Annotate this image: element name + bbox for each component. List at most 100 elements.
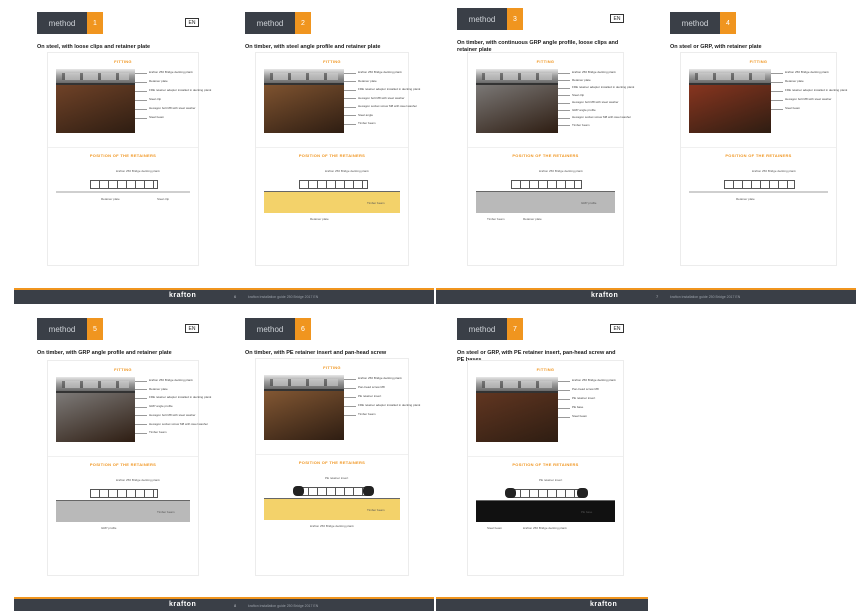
method-badge-number: 1: [87, 12, 103, 34]
section-heading-position: POSITION OF THE RETAINERS: [725, 153, 792, 158]
decking-plank-profile: [56, 69, 135, 85]
page-title: On timber, with PE retainer insert and p…: [245, 350, 387, 356]
section-heading-fitting: FITTING: [536, 367, 555, 372]
position-label: PE base: [581, 510, 593, 514]
pe-retainer-insert: [505, 488, 516, 498]
installation-photo: [56, 377, 135, 442]
callout-label: Steel beam: [557, 414, 588, 418]
position-label: PE retainer insert: [539, 478, 563, 482]
manual-page-method-5: method 5 EN On timber, with GRP angle profi…: [37, 318, 211, 580]
section-heading-position: POSITION OF THE RETAINERS: [512, 153, 579, 158]
callout-label: krafton 250 Bridge decking plank: [135, 70, 193, 74]
callout-label: krafton 250 Bridge decking plank: [771, 70, 829, 74]
position-label: krafton 250 Bridge decking plank: [310, 524, 354, 528]
method-badge: method 6: [245, 318, 311, 340]
footer-document-title: krafton installation guide 250 Bridge 20…: [248, 295, 319, 299]
footer-accent-line: [14, 288, 434, 290]
callout-label: Steel beam: [770, 106, 801, 110]
callout-label: Retainer plate: [135, 386, 168, 391]
callout-label: krafton 250 Bridge decking plank: [344, 70, 402, 74]
fitting-panel: FITTING krafton 250 Bridge decking plank R…: [47, 360, 211, 576]
position-label: Retainer plate: [310, 217, 329, 221]
section-divider: [681, 147, 836, 148]
page-title: On steel or GRP, with retainer plate: [670, 44, 762, 50]
footer-accent-line: [436, 597, 648, 599]
position-label: Timber beam: [367, 201, 385, 205]
language-flag-icon: EN: [610, 14, 624, 23]
section-heading-fitting: FITTING: [536, 59, 555, 64]
method-badge-label: method: [670, 12, 720, 34]
fitting-panel: FITTING krafton 250 Bridge decking plank R…: [467, 52, 634, 266]
section-divider: [48, 147, 198, 148]
position-label: Timber beam: [487, 217, 505, 221]
manual-page-method-1: method 1 EN On steel, with loose clips and …: [37, 12, 211, 270]
callout-label: GRP angle profile: [558, 107, 596, 112]
pe-retainer-insert: [577, 488, 588, 498]
installation-photo: [56, 69, 135, 133]
method-badge-number: 4: [720, 12, 736, 34]
installation-photo: [264, 375, 344, 440]
position-label: krafton 250 Bridge decking plank: [539, 169, 583, 173]
section-divider: [256, 454, 408, 455]
page-title: On timber, with GRP angle profile and re…: [37, 350, 172, 356]
language-flag-icon: EN: [185, 324, 199, 333]
installation-photo: [476, 69, 558, 133]
footer-brand-logo: krafton: [169, 601, 197, 608]
callout-label: Steel clip: [134, 97, 162, 101]
callout-label: Timber beam: [344, 412, 376, 416]
decking-plank-profile: [264, 375, 344, 391]
method-badge-label: method: [37, 12, 87, 34]
decking-plank-profile: [476, 69, 558, 85]
callout-label: FRE retainer adaptor installed in deckin…: [557, 85, 635, 89]
callout-label: Hexagon bolt M8 with steel washer: [344, 95, 405, 100]
section-divider: [468, 456, 623, 457]
section-heading-position: POSITION OF THE RETAINERS: [512, 462, 579, 467]
manual-page-method-6: method 6 On timber, with PE retainer inser…: [245, 318, 420, 580]
callout-label: Hexagon socket screw M8 with steel washe…: [557, 115, 632, 119]
callout-label: Steel clip: [557, 92, 585, 97]
beam-section-drawing: [476, 500, 615, 522]
callout-label: krafton 250 Bridge decking plank: [344, 376, 402, 380]
callout-label: Pan-head screw M8: [344, 385, 385, 389]
callout-label: krafton 250 Bridge decking plank: [135, 378, 193, 382]
method-badge-number: 5: [87, 318, 103, 340]
method-badge: method 2: [245, 12, 311, 34]
page-title: On timber, with steel angle profile and …: [245, 44, 381, 50]
installation-photo: [689, 69, 771, 133]
callout-label: krafton 250 Bridge decking plank: [558, 70, 616, 74]
decking-plank-section: [724, 180, 795, 189]
section-divider: [468, 147, 623, 148]
method-badge: method 1: [37, 12, 103, 34]
callout-label: krafton 250 Bridge decking plank: [558, 378, 616, 382]
position-label: krafton 250 Bridge decking plank: [752, 169, 796, 173]
pe-retainer-insert: [293, 486, 304, 496]
method-badge-number: 3: [507, 8, 523, 30]
section-heading-position: POSITION OF THE RETAINERS: [298, 460, 366, 465]
position-label: krafton 250 Bridge decking plank: [523, 526, 567, 530]
position-label: krafton 250 Bridge decking plank: [116, 478, 160, 482]
beam-section-drawing: [689, 191, 828, 193]
callout-label: Hexagon socket screw M8 with steel washe…: [343, 104, 418, 109]
page-footer: krafton 6 krafton installation guide 250 B…: [14, 288, 434, 304]
page-footer: krafton 7 krafton installation guide 250 B…: [436, 288, 856, 304]
callout-label: Hexagon bolt M8 with steel washer: [558, 100, 619, 104]
footer-document-title: krafton installation guide 250 Bridge 20…: [248, 604, 319, 608]
position-label: Steel beam: [487, 526, 503, 530]
callout-label: Hexagon bolt M8 with steel washer: [771, 97, 832, 101]
position-label: GRP profile: [101, 526, 117, 530]
method-badge: method 5: [37, 318, 103, 340]
callout-label: Timber beam: [135, 430, 167, 435]
position-label: Retainer plate: [523, 217, 542, 221]
callout-label: FRE retainer adaptor installed in deckin…: [134, 395, 212, 400]
decking-plank-profile: [56, 377, 135, 393]
method-badge-number: 2: [295, 12, 311, 34]
callout-label: PE base: [557, 405, 584, 409]
position-label: Timber beam: [367, 508, 385, 512]
method-badge: method 7: [457, 318, 523, 340]
footer-page-number: 8: [234, 603, 237, 608]
method-badge-number: 6: [295, 318, 311, 340]
fitting-panel: FITTING krafton 250 Bridge decking plank P…: [255, 358, 420, 576]
footer-page-number: 6: [234, 294, 237, 299]
decking-plank-section: [511, 489, 582, 498]
page-footer: krafton 8 krafton installation guide 250 B…: [14, 597, 434, 611]
